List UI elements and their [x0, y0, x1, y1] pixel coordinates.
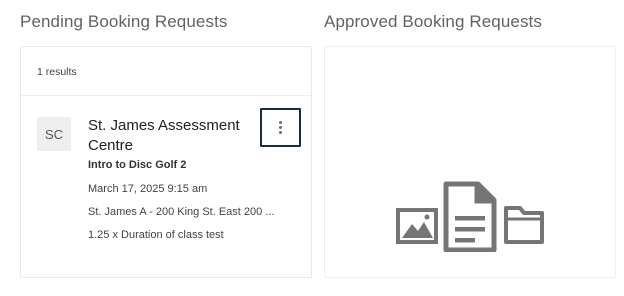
results-count: 1 results — [37, 66, 77, 78]
approved-requests-panel — [324, 46, 616, 278]
booking-location: St. James A - 200 King St. East 200 ... — [88, 206, 275, 218]
booking-date: March 17, 2025 9:15 am — [88, 183, 208, 195]
approved-requests-title: Approved Booking Requests — [324, 12, 542, 31]
booking-location-title: St. James Assessment Centre — [88, 117, 240, 154]
more-vert-icon — [279, 121, 282, 134]
pending-requests-title: Pending Booking Requests — [20, 12, 228, 31]
empty-files-illustration-icon — [396, 181, 544, 252]
booking-request-card[interactable]: SC St. James Assessment Centre Intro to … — [21, 96, 311, 296]
pending-requests-panel: 1 results SC St. James Assessment Centre… — [20, 46, 312, 278]
more-options-button[interactable] — [260, 108, 301, 147]
class-name: Intro to Disc Golf 2 — [88, 159, 187, 171]
approved-requests-column: Approved Booking Requests — [324, 0, 616, 278]
booking-duration: 1.25 x Duration of class test — [88, 229, 224, 241]
avatar: SC — [37, 117, 71, 151]
pending-requests-column: Pending Booking Requests 1 results SC St… — [20, 0, 312, 278]
